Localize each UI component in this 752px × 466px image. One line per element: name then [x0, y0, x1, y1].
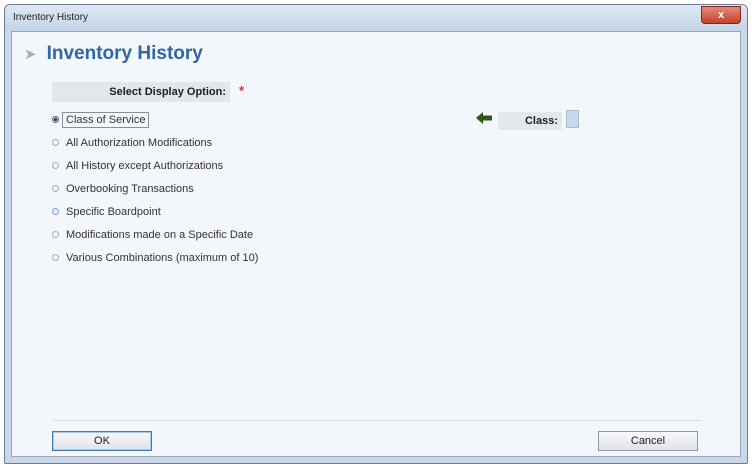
- option-various-combinations[interactable]: Various Combinations (maximum of 10): [52, 246, 258, 269]
- divider: [52, 420, 702, 421]
- option-class-of-service[interactable]: Class of Service: [52, 108, 258, 131]
- page-title: Inventory History: [46, 43, 203, 64]
- class-label: Class:: [524, 115, 558, 127]
- radio-button[interactable]: [52, 231, 59, 238]
- cancel-button[interactable]: Cancel: [598, 431, 698, 451]
- radio-button[interactable]: [52, 162, 59, 169]
- ok-button[interactable]: OK: [52, 431, 152, 451]
- option-all-history-except-authorizations[interactable]: All History except Authorizations: [52, 154, 258, 177]
- select-display-option-label-box: Select Display Option:: [52, 82, 230, 102]
- title-bar[interactable]: Inventory History x: [5, 5, 747, 31]
- option-label: All Authorization Modifications: [66, 136, 213, 149]
- option-label: Class of Service: [62, 111, 150, 128]
- arrow-left-icon: [476, 112, 492, 124]
- radio-button[interactable]: [52, 185, 59, 192]
- radio-button[interactable]: [52, 208, 59, 215]
- page-heading: ➤ Inventory History: [24, 42, 203, 66]
- option-specific-boardpoint[interactable]: Specific Boardpoint: [52, 200, 258, 223]
- class-label-box: Class:: [498, 112, 562, 130]
- radio-button[interactable]: [52, 139, 59, 146]
- class-input[interactable]: [566, 110, 579, 128]
- chevron-right-icon: ➤: [24, 46, 37, 63]
- radio-button[interactable]: [52, 116, 59, 123]
- close-button[interactable]: x: [701, 6, 741, 24]
- option-label: Various Combinations (maximum of 10): [66, 251, 259, 264]
- dialog-window: Inventory History x ➤ Inventory History …: [4, 4, 748, 464]
- option-label: All History except Authorizations: [66, 159, 224, 172]
- dialog-body: ➤ Inventory History Select Display Optio…: [11, 31, 741, 457]
- select-display-option-label: Select Display Option:: [109, 86, 226, 98]
- option-label: Specific Boardpoint: [66, 205, 161, 218]
- close-icon: x: [717, 9, 725, 21]
- option-overbooking-transactions[interactable]: Overbooking Transactions: [52, 177, 258, 200]
- required-marker: *: [239, 83, 245, 98]
- option-label: Overbooking Transactions: [66, 182, 194, 195]
- display-option-radio-group: Class of Service All Authorization Modif…: [52, 108, 258, 269]
- radio-button[interactable]: [52, 254, 59, 261]
- window-title: Inventory History: [13, 12, 89, 23]
- option-modifications-specific-date[interactable]: Modifications made on a Specific Date: [52, 223, 258, 246]
- option-all-authorization-modifications[interactable]: All Authorization Modifications: [52, 131, 258, 154]
- option-label: Modifications made on a Specific Date: [66, 228, 254, 241]
